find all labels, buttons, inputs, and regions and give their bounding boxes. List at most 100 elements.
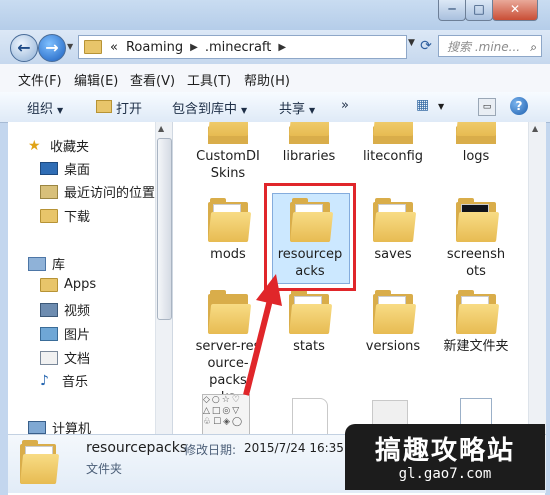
details-name: resourcepacks	[86, 440, 188, 456]
dropdown-icon: ▼	[241, 106, 248, 115]
share-label: 共享	[279, 102, 306, 117]
nav-downloads[interactable]: 下载	[40, 206, 90, 225]
nav-favorites[interactable]: ★ 收藏夹	[28, 136, 89, 156]
folder-icon	[456, 198, 500, 242]
scroll-up-icon[interactable]: ▲	[532, 124, 538, 133]
view-options-icon[interactable]: ▦	[416, 97, 434, 115]
folder-name: liteconfig	[362, 149, 424, 164]
menu-tools[interactable]: 工具(T)	[187, 70, 231, 89]
pictures-library-icon	[40, 326, 58, 341]
nav-music[interactable]: ♪ 音乐	[40, 371, 89, 391]
breadcrumb-overflow[interactable]: «	[106, 40, 122, 55]
nav-pictures-label: 图片	[64, 328, 91, 343]
scroll-up-icon[interactable]: ▲	[158, 124, 164, 133]
image-file-icon[interactable]: ◇○☆♡ △□◎▽ ♧☐◈◯	[202, 394, 250, 436]
annotation-arrow-icon	[243, 274, 282, 396]
nav-desktop-label: 桌面	[64, 163, 91, 178]
breadcrumb-separator-icon[interactable]: ▶	[275, 42, 289, 53]
folder-item[interactable]: libraries	[271, 122, 347, 165]
folder-item[interactable]: logs	[438, 122, 514, 165]
history-dropdown-icon[interactable]: ▼	[67, 42, 73, 51]
forward-button[interactable]: →	[38, 34, 66, 62]
folder-name: logs	[462, 149, 490, 164]
content-scrollbar[interactable]	[528, 122, 546, 434]
folder-name: mods	[210, 247, 246, 262]
nav-videos[interactable]: 视频	[40, 300, 90, 319]
folder-icon	[373, 290, 417, 334]
folder-item[interactable]: CustomDI Skins	[190, 122, 266, 182]
nav-downloads-label: 下载	[64, 210, 91, 225]
folder-item[interactable]: 新建文件夹	[438, 290, 514, 355]
nav-scrollbar-thumb[interactable]	[157, 138, 172, 320]
folder-icon	[40, 277, 58, 292]
nav-desktop[interactable]: 桌面	[40, 159, 90, 178]
menu-help[interactable]: 帮助(H)	[244, 70, 290, 89]
address-dropdown-icon[interactable]: ▼	[408, 38, 415, 48]
nav-libraries-label: 库	[52, 258, 66, 273]
folder-item[interactable]: versions	[355, 290, 431, 355]
command-bar	[0, 92, 550, 123]
help-icon[interactable]: ?	[510, 97, 528, 115]
share-button[interactable]: 共享 ▼	[279, 98, 315, 117]
more-commands-button[interactable]: »	[341, 98, 349, 113]
folder-icon	[289, 122, 329, 144]
folder-name: 新建文件夹	[443, 339, 509, 354]
dropdown-icon: ▼	[57, 106, 64, 115]
folder-icon	[373, 122, 413, 144]
refresh-icon[interactable]: ⟳	[418, 35, 434, 57]
details-date-value: 2015/7/24 16:35	[244, 441, 344, 455]
watermark-title: 搞趣攻略站	[374, 436, 515, 466]
close-button[interactable]: ✕	[492, 0, 538, 21]
forward-arrow-icon: →	[45, 38, 59, 57]
folder-name: libraries	[282, 149, 336, 164]
menu-edit[interactable]: 编辑(E)	[74, 70, 118, 89]
nav-apps[interactable]: Apps	[40, 277, 96, 292]
nav-pictures[interactable]: 图片	[40, 324, 90, 343]
folder-name: screensh ots	[446, 247, 506, 279]
maximize-button[interactable]: □	[465, 0, 493, 21]
organize-button[interactable]: 组织 ▼	[27, 98, 63, 117]
open-button[interactable]: 打开	[96, 98, 142, 117]
music-note-icon: ♪	[40, 372, 49, 389]
nav-libraries[interactable]: 库	[28, 254, 65, 273]
folder-name: saves	[374, 247, 412, 262]
view-dropdown-icon[interactable]: ▼	[438, 102, 444, 111]
video-library-icon	[40, 302, 58, 317]
computer-icon	[28, 421, 46, 434]
address-bar[interactable]: « Roaming ▶ .minecraft ▶	[78, 35, 407, 59]
folder-item[interactable]: saves	[355, 198, 431, 263]
nav-documents[interactable]: 文档	[40, 348, 90, 367]
folder-icon	[208, 198, 252, 242]
documents-library-icon	[40, 350, 58, 365]
nav-recent[interactable]: 最近访问的位置	[40, 182, 155, 201]
file-icon[interactable]	[292, 398, 328, 436]
downloads-folder-icon	[40, 208, 58, 223]
library-icon	[28, 256, 46, 271]
details-date-label: 修改日期:	[184, 443, 237, 457]
folder-icon	[208, 122, 248, 144]
menu-file[interactable]: 文件(F)	[18, 70, 62, 89]
breadcrumb-roaming[interactable]: Roaming	[122, 40, 187, 55]
desktop-icon	[40, 162, 58, 175]
minimize-button[interactable]: ─	[438, 0, 466, 21]
folder-icon	[456, 122, 496, 144]
folder-item[interactable]: screensh ots	[438, 198, 514, 280]
organize-label: 组织	[27, 102, 54, 117]
folder-item[interactable]: mods	[190, 198, 266, 263]
open-folder-icon	[96, 100, 112, 113]
search-icon[interactable]: ⌕	[530, 36, 537, 58]
nav-recent-label: 最近访问的位置	[64, 186, 156, 201]
nav-music-label: 音乐	[62, 375, 89, 390]
folder-icon	[456, 290, 500, 334]
folder-item[interactable]: liteconfig	[355, 122, 431, 165]
breadcrumb-separator-icon[interactable]: ▶	[187, 42, 201, 53]
search-input[interactable]: 搜索 .mine... ⌕	[438, 35, 542, 57]
star-icon: ★	[28, 137, 41, 154]
menu-view[interactable]: 查看(V)	[130, 70, 175, 89]
nav-apps-label: Apps	[64, 277, 97, 292]
nav-documents-label: 文档	[64, 352, 91, 367]
include-in-library-button[interactable]: 包含到库中 ▼	[172, 98, 247, 117]
back-button[interactable]: ←	[10, 34, 38, 62]
breadcrumb-minecraft[interactable]: .minecraft	[201, 40, 276, 55]
preview-pane-icon[interactable]: ▭	[478, 98, 496, 116]
